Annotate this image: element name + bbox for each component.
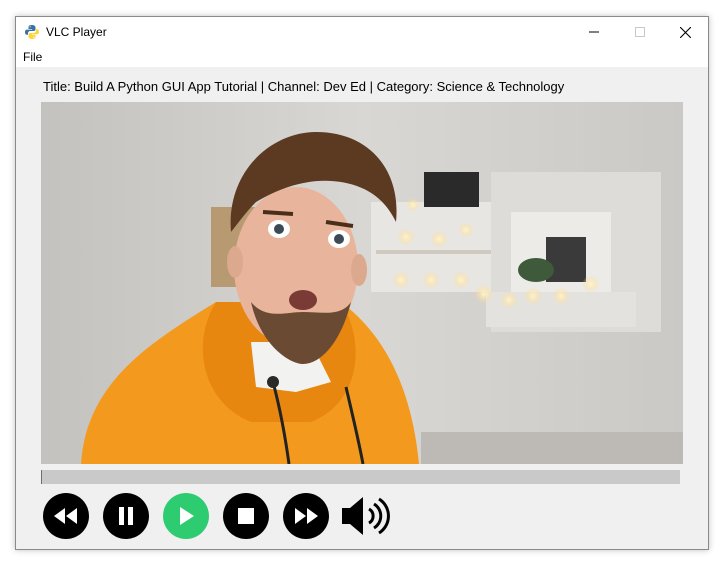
app-window: VLC Player File Title: Build A Python GU… [15,16,709,550]
menu-file[interactable]: File [23,50,42,64]
close-icon [679,26,691,38]
rewind-button[interactable] [43,493,89,539]
pause-icon [119,507,133,525]
video-info-label: Title: Build A Python GUI App Tutorial |… [43,79,565,94]
pause-button[interactable] [103,493,149,539]
close-button[interactable] [662,17,708,47]
stop-icon [238,508,254,524]
title-bar[interactable]: VLC Player [16,17,708,47]
play-icon [180,507,194,525]
maximize-button[interactable] [617,17,663,47]
minimize-button[interactable] [571,17,617,47]
rewind-icon [54,508,77,524]
stop-button[interactable] [223,493,269,539]
progress-slider[interactable] [41,470,680,484]
minimize-icon [589,31,599,33]
menu-bar: File [16,47,708,67]
video-display[interactable] [41,102,683,464]
volume-button[interactable] [341,493,393,539]
play-button[interactable] [163,493,209,539]
python-icon [25,25,39,39]
volume-icon [342,497,390,535]
fast-forward-icon [295,508,318,524]
video-frame [41,102,683,464]
maximize-icon [635,27,645,37]
fast-forward-button[interactable] [283,493,329,539]
window-title: VLC Player [46,25,107,39]
